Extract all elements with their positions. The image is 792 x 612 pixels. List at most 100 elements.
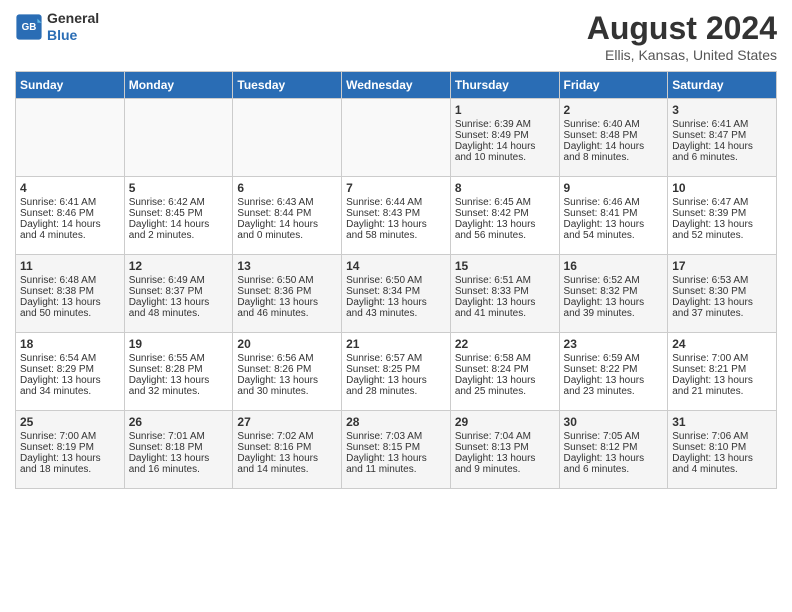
calendar-cell: 27Sunrise: 7:02 AMSunset: 8:16 PMDayligh… xyxy=(233,411,342,489)
day-number: 26 xyxy=(129,415,229,429)
daylight-text: Daylight: 13 hours and 18 minutes. xyxy=(20,453,120,475)
sunset-text: Sunset: 8:33 PM xyxy=(455,286,555,297)
daylight-text: Daylight: 13 hours and 4 minutes. xyxy=(672,453,772,475)
sunset-text: Sunset: 8:43 PM xyxy=(346,208,446,219)
logo-icon: GB xyxy=(15,13,43,41)
calendar-cell: 4Sunrise: 6:41 AMSunset: 8:46 PMDaylight… xyxy=(16,177,125,255)
day-number: 20 xyxy=(237,337,337,351)
sunrise-text: Sunrise: 6:44 AM xyxy=(346,197,446,208)
sunrise-text: Sunrise: 6:56 AM xyxy=(237,353,337,364)
sunset-text: Sunset: 8:39 PM xyxy=(672,208,772,219)
day-number: 17 xyxy=(672,259,772,273)
sunrise-text: Sunrise: 6:58 AM xyxy=(455,353,555,364)
calendar-cell: 1Sunrise: 6:39 AMSunset: 8:49 PMDaylight… xyxy=(450,99,559,177)
sunrise-text: Sunrise: 6:40 AM xyxy=(564,119,664,130)
sunset-text: Sunset: 8:32 PM xyxy=(564,286,664,297)
calendar-cell: 3 Sunrise: 6:41 AMSunset: 8:47 PMDaylight… xyxy=(668,99,777,177)
sunset-text: Sunset: 8:13 PM xyxy=(455,442,555,453)
calendar-cell: 18Sunrise: 6:54 AMSunset: 8:29 PMDayligh… xyxy=(16,333,125,411)
calendar-cell: 23Sunrise: 6:59 AMSunset: 8:22 PMDayligh… xyxy=(559,333,668,411)
calendar-cell: 7 Sunrise: 6:44 AMSunset: 8:43 PMDaylight… xyxy=(342,177,451,255)
sunrise-text: Sunrise: 7:00 AM xyxy=(20,431,120,442)
sunrise-text: Sunrise: 7:02 AM xyxy=(237,431,337,442)
day-number: 18 xyxy=(20,337,120,351)
sunset-text: Sunset: 8:18 PM xyxy=(129,442,229,453)
calendar-cell: 11Sunrise: 6:48 AMSunset: 8:38 PMDayligh… xyxy=(16,255,125,333)
daylight-text: Daylight: 14 hours and 0 minutes. xyxy=(237,219,337,241)
calendar-week-2: 4Sunrise: 6:41 AMSunset: 8:46 PMDaylight… xyxy=(16,177,777,255)
daylight-text: Daylight: 13 hours and 11 minutes. xyxy=(346,453,446,475)
logo-line2: Blue xyxy=(47,27,99,44)
daylight-text: Daylight: 13 hours and 16 minutes. xyxy=(129,453,229,475)
calendar-cell: 19Sunrise: 6:55 AMSunset: 8:28 PMDayligh… xyxy=(124,333,233,411)
sunrise-text: Sunrise: 6:43 AM xyxy=(237,197,337,208)
daylight-text: Daylight: 13 hours and 14 minutes. xyxy=(237,453,337,475)
sunrise-text: Sunrise: 7:01 AM xyxy=(129,431,229,442)
daylight-text: Daylight: 13 hours and 25 minutes. xyxy=(455,375,555,397)
daylight-text: Daylight: 13 hours and 52 minutes. xyxy=(672,219,772,241)
day-number: 3 xyxy=(672,103,772,117)
day-number: 16 xyxy=(564,259,664,273)
calendar-header-row: SundayMondayTuesdayWednesdayThursdayFrid… xyxy=(16,72,777,99)
calendar-cell: 6Sunrise: 6:43 AMSunset: 8:44 PMDaylight… xyxy=(233,177,342,255)
daylight-text: Daylight: 13 hours and 9 minutes. xyxy=(455,453,555,475)
daylight-text: Daylight: 13 hours and 46 minutes. xyxy=(237,297,337,319)
day-number: 2 xyxy=(564,103,664,117)
title-area: August 2024 Ellis, Kansas, United States xyxy=(587,10,777,63)
daylight-text: Daylight: 13 hours and 21 minutes. xyxy=(672,375,772,397)
calendar-cell: 26 Sunrise: 7:01 AMSunset: 8:18 PMDayligh… xyxy=(124,411,233,489)
sunset-text: Sunset: 8:38 PM xyxy=(20,286,120,297)
daylight-text: Daylight: 13 hours and 6 minutes. xyxy=(564,453,664,475)
header-day-tuesday: Tuesday xyxy=(233,72,342,99)
day-number: 13 xyxy=(237,259,337,273)
sunset-text: Sunset: 8:10 PM xyxy=(672,442,772,453)
sunrise-text: Sunrise: 6:47 AM xyxy=(672,197,772,208)
day-number: 15 xyxy=(455,259,555,273)
daylight-text: Daylight: 13 hours and 34 minutes. xyxy=(20,375,120,397)
calendar-cell: 24Sunrise: 7:00 AMSunset: 8:21 PMDayligh… xyxy=(668,333,777,411)
sunset-text: Sunset: 8:46 PM xyxy=(20,208,120,219)
sunrise-text: Sunrise: 6:55 AM xyxy=(129,353,229,364)
day-number: 6 xyxy=(237,181,337,195)
day-number: 7 xyxy=(346,181,446,195)
daylight-text: Daylight: 14 hours and 6 minutes. xyxy=(672,141,772,163)
day-number: 21 xyxy=(346,337,446,351)
daylight-text: Daylight: 13 hours and 50 minutes. xyxy=(20,297,120,319)
sunrise-text: Sunrise: 7:06 AM xyxy=(672,431,772,442)
calendar-cell: 30Sunrise: 7:05 AMSunset: 8:12 PMDayligh… xyxy=(559,411,668,489)
day-number: 23 xyxy=(564,337,664,351)
sunrise-text: Sunrise: 6:39 AM xyxy=(455,119,555,130)
month-title: August 2024 xyxy=(587,10,777,47)
sunset-text: Sunset: 8:28 PM xyxy=(129,364,229,375)
sunset-text: Sunset: 8:24 PM xyxy=(455,364,555,375)
day-number: 9 xyxy=(564,181,664,195)
calendar-cell: 5Sunrise: 6:42 AMSunset: 8:45 PMDaylight… xyxy=(124,177,233,255)
daylight-text: Daylight: 13 hours and 39 minutes. xyxy=(564,297,664,319)
sunset-text: Sunset: 8:47 PM xyxy=(672,130,772,141)
sunset-text: Sunset: 8:36 PM xyxy=(237,286,337,297)
sunrise-text: Sunrise: 6:52 AM xyxy=(564,275,664,286)
header-day-wednesday: Wednesday xyxy=(342,72,451,99)
calendar-cell: 12Sunrise: 6:49 AMSunset: 8:37 PMDayligh… xyxy=(124,255,233,333)
sunrise-text: Sunrise: 6:50 AM xyxy=(237,275,337,286)
calendar-cell: 16 Sunrise: 6:52 AMSunset: 8:32 PMDayligh… xyxy=(559,255,668,333)
calendar-cell: 13 Sunrise: 6:50 AMSunset: 8:36 PMDayligh… xyxy=(233,255,342,333)
day-number: 31 xyxy=(672,415,772,429)
page-container: GB General Blue August 2024 Ellis, Kansa… xyxy=(0,0,792,499)
calendar-cell: 22Sunrise: 6:58 AMSunset: 8:24 PMDayligh… xyxy=(450,333,559,411)
day-number: 24 xyxy=(672,337,772,351)
sunrise-text: Sunrise: 7:05 AM xyxy=(564,431,664,442)
sunrise-text: Sunrise: 6:41 AM xyxy=(672,119,772,130)
day-number: 4 xyxy=(20,181,120,195)
daylight-text: Daylight: 14 hours and 8 minutes. xyxy=(564,141,664,163)
calendar-cell xyxy=(16,99,125,177)
daylight-text: Daylight: 13 hours and 54 minutes. xyxy=(564,219,664,241)
header-day-saturday: Saturday xyxy=(668,72,777,99)
calendar-week-5: 25Sunrise: 7:00 AMSunset: 8:19 PMDayligh… xyxy=(16,411,777,489)
day-number: 30 xyxy=(564,415,664,429)
calendar-cell: 21Sunrise: 6:57 AMSunset: 8:25 PMDayligh… xyxy=(342,333,451,411)
daylight-text: Daylight: 13 hours and 58 minutes. xyxy=(346,219,446,241)
logo-text: General Blue xyxy=(47,10,99,44)
sunrise-text: Sunrise: 7:03 AM xyxy=(346,431,446,442)
sunrise-text: Sunrise: 6:51 AM xyxy=(455,275,555,286)
